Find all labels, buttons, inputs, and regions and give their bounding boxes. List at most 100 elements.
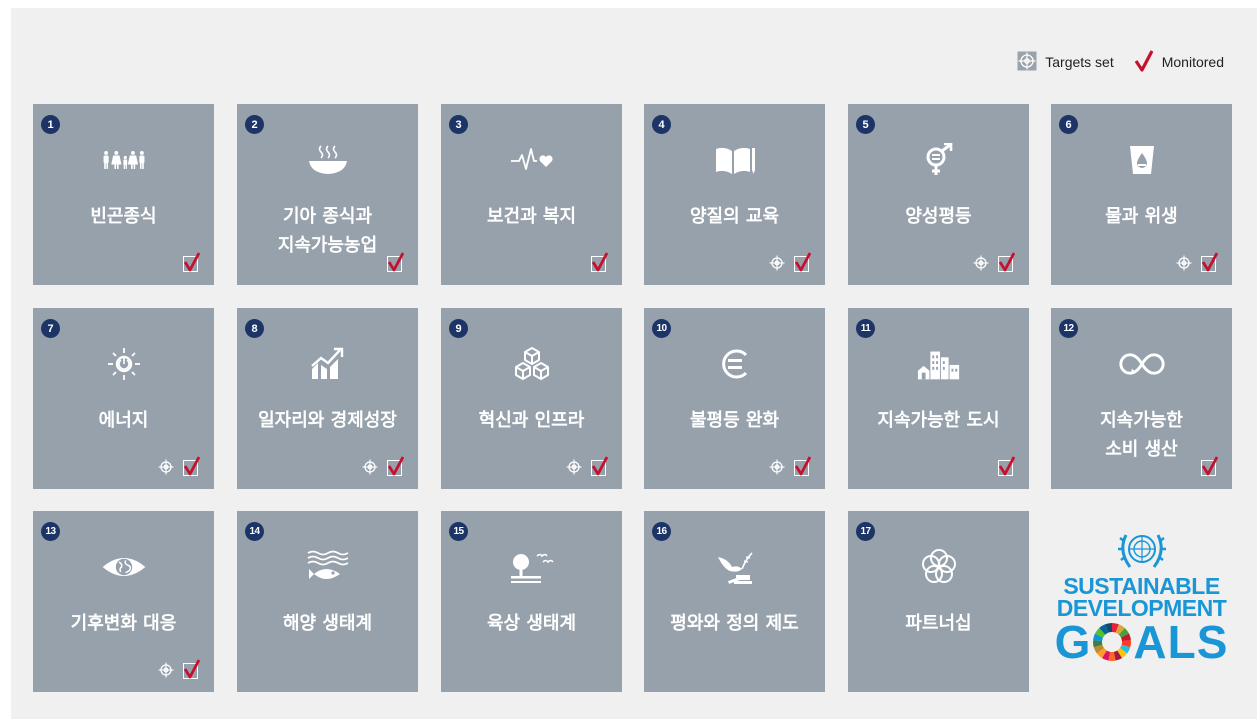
eye-globe-icon	[101, 549, 147, 585]
checkmark-icon	[1200, 252, 1218, 273]
infinity-loop-icon	[1118, 346, 1165, 382]
checkmark-icon	[793, 456, 811, 477]
checkmark-icon	[997, 252, 1015, 273]
goal-tile-11[interactable]: 11 지속가능한 도시	[848, 308, 1029, 489]
logo-goals-als: ALS	[1133, 616, 1229, 668]
goal-title: 물과 위생	[1105, 206, 1178, 227]
target-icon	[158, 662, 174, 678]
goal-title: 빈곤종식	[90, 206, 157, 227]
goal-title: 파트너십	[905, 613, 972, 634]
dove-gavel-icon	[712, 549, 758, 585]
goal-number-badge: 14	[245, 522, 264, 541]
food-bowl-icon	[305, 142, 351, 178]
checkmark-icon	[182, 252, 200, 273]
goal-tile-17[interactable]: 17 파트너십	[848, 511, 1029, 692]
target-icon	[158, 459, 174, 475]
goal-status-marks	[566, 456, 608, 477]
goal-title: 양질의 교육	[689, 206, 780, 227]
goal-status-marks	[590, 252, 608, 273]
goal-tile-16[interactable]: 16 평와와 정의 제도	[644, 511, 825, 692]
heartbeat-icon	[509, 142, 555, 178]
logo-goals: G ALS	[1055, 619, 1229, 665]
goal-number-badge: 15	[449, 522, 468, 541]
goal-tile-15[interactable]: 15 육상 생태계	[441, 511, 622, 692]
goal-number-badge: 10	[652, 319, 671, 338]
goal-title: 에너지	[98, 410, 149, 431]
goal-number-badge: 3	[449, 115, 468, 134]
sun-power-icon	[101, 346, 147, 382]
goal-title: 혁신과 인프라	[478, 410, 585, 431]
interlocking-rings-icon	[916, 549, 962, 585]
goal-title: 평와와 정의 제도	[670, 613, 799, 634]
checkmark-icon	[590, 456, 608, 477]
goal-tile-13[interactable]: 13 기후변화 대응	[33, 511, 214, 692]
goal-status-marks	[1200, 456, 1218, 477]
checkmark-icon	[1200, 456, 1218, 477]
goal-status-marks	[997, 456, 1015, 477]
goal-tile-4[interactable]: 4 양질의 교육	[644, 104, 825, 285]
goal-number-badge: 13	[41, 522, 60, 541]
target-icon	[1017, 51, 1037, 74]
goal-tile-6[interactable]: 6 물과 위생	[1051, 104, 1232, 285]
equal-sign-icon	[712, 346, 758, 382]
goal-tile-9[interactable]: 9 혁신과 인프라	[441, 308, 622, 489]
legend-targets: Targets set	[1017, 51, 1114, 74]
checkmark-icon	[1134, 49, 1154, 75]
family-icon	[101, 142, 147, 178]
un-emblem-icon	[1117, 534, 1166, 568]
growth-chart-icon	[305, 346, 351, 382]
logo-line-1: SUSTAINABLE	[1063, 573, 1220, 599]
goal-tile-1[interactable]: 1 빈곤종식	[33, 104, 214, 285]
target-icon	[362, 459, 378, 475]
legend-targets-label: Targets set	[1045, 54, 1114, 70]
goal-number-badge: 11	[856, 319, 875, 338]
goal-tile-7[interactable]: 7 에너지	[33, 308, 214, 489]
goal-number-badge: 6	[1059, 115, 1078, 134]
goal-tile-2[interactable]: 2 기아 종식과 지속가능농업	[237, 104, 418, 285]
goal-title: 불평등 완화	[689, 410, 780, 431]
goal-status-marks	[158, 659, 200, 680]
target-icon	[566, 459, 582, 475]
goal-status-marks	[182, 252, 200, 273]
goal-number-badge: 12	[1059, 319, 1078, 338]
water-glass-icon	[1119, 142, 1165, 178]
logo-goals-g: G	[1054, 616, 1092, 668]
legend: Targets set Monitored	[1017, 49, 1224, 75]
goal-title: 기후변화 대응	[70, 613, 177, 634]
goal-status-marks	[769, 456, 811, 477]
checkmark-icon	[182, 456, 200, 477]
checkmark-icon	[386, 456, 404, 477]
target-icon	[973, 255, 989, 271]
goal-status-marks	[769, 252, 811, 273]
book-pencil-icon	[712, 142, 758, 178]
checkmark-icon	[793, 252, 811, 273]
goal-number-badge: 17	[856, 522, 875, 541]
goal-number-badge: 4	[652, 115, 671, 134]
goal-status-marks	[1176, 252, 1218, 273]
sdg-logo: SUSTAINABLE DEVELOPMENT G ALS	[1051, 511, 1232, 692]
checkmark-icon	[997, 456, 1015, 477]
goal-tile-5[interactable]: 5 양성평등	[848, 104, 1029, 285]
goal-number-badge: 16	[652, 522, 671, 541]
target-icon	[1176, 255, 1192, 271]
goal-tile-14[interactable]: 14 해양 생태계	[237, 511, 418, 692]
legend-monitored-label: Monitored	[1161, 54, 1224, 70]
goal-status-marks	[973, 252, 1015, 273]
goal-title: 해양 생태계	[282, 613, 373, 634]
goal-title: 일자리와 경제성장	[258, 410, 397, 431]
goal-number-badge: 1	[41, 115, 60, 134]
city-buildings-icon	[916, 346, 962, 382]
goal-number-badge: 2	[245, 115, 264, 134]
tree-birds-icon	[509, 549, 555, 585]
goal-tile-12[interactable]: 12 지속가능한 소비 생산	[1051, 308, 1232, 489]
fish-waves-icon	[305, 549, 351, 585]
goal-tile-8[interactable]: 8 일자리와 경제성장	[237, 308, 418, 489]
goal-title: 지속가능한 도시	[877, 410, 1000, 431]
goal-status-marks	[386, 252, 404, 273]
goal-status-marks	[158, 456, 200, 477]
goal-tile-3[interactable]: 3 보건과 복지	[441, 104, 622, 285]
goal-tile-10[interactable]: 10 불평등 완화	[644, 308, 825, 489]
checkmark-icon	[386, 252, 404, 273]
checkmark-icon	[182, 659, 200, 680]
goal-title: 보건과 복지	[486, 206, 577, 227]
